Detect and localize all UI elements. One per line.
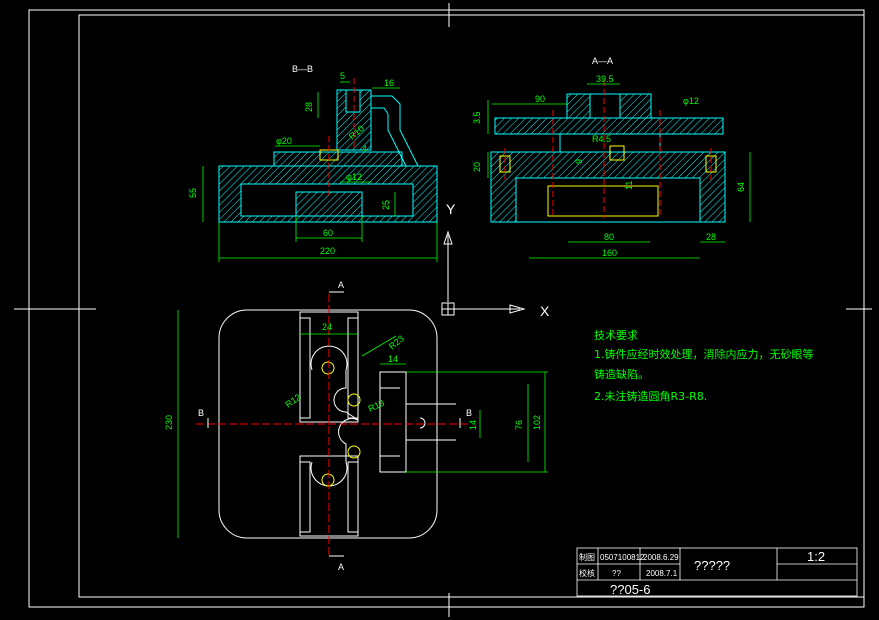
dim-9: 9 [574,159,584,164]
dim-3-5: 3.5 [472,111,482,124]
dim-11: 11 [624,181,634,190]
dim-102: 102 [532,415,542,430]
tb-date-check: 2008.7.1 [646,569,678,578]
tb-title: ????? [694,558,730,573]
dim-39-5: 39.5 [596,74,614,84]
dim-28-r: 28 [706,232,716,242]
dim-160: 160 [602,248,617,258]
dim-55: 55 [188,188,198,198]
dim-phi12: φ12 [346,172,362,182]
dim-60: 60 [323,228,333,238]
dim-4: 4 [362,144,367,154]
tb-name-draw: 0507100812 [600,553,645,562]
dim-r23: R23 [387,333,406,351]
dim-64: 64 [736,182,746,192]
technical-notes: 技术要求 1.铸件应经时效处理，消除内应力，无砂眼等 铸造缺陷。 2.未注铸造圆… [594,329,814,403]
section-label-a: A—A [592,56,613,66]
section-label-b: B—B [292,64,313,74]
dim-230: 230 [164,415,174,430]
cut-label-a-bottom: A [338,562,344,572]
notes-heading: 技术要求 [594,329,638,342]
dim-5: 5 [340,71,345,81]
dim-phi20: φ20 [276,136,292,146]
notes-line1: 1.铸件应经时效处理，消除内应力，无砂眼等 [594,347,814,361]
dim-r4-5: R4.5 [592,134,611,144]
centering-marks [14,3,872,617]
dim-14-top: 14 [388,354,398,364]
dim-14-right: 14 [468,420,478,430]
notes-line2: 2.未注铸造圆角R3-R8. [594,389,707,403]
dim-28: 28 [304,102,314,112]
tb-drawing-no: ??05-6 [610,582,650,597]
cut-label-b-left: B [198,408,204,418]
axis-x-label: X [540,303,550,319]
ucs-icon [441,230,526,316]
dim-24: 24 [322,322,332,332]
tb-scale: 1:2 [807,549,825,564]
cut-label-a-top: A [338,280,344,290]
tb-label-draw: 制图 [579,552,595,562]
plan-view: A A B B 230 24 R23 14 R12 R13 14 76 102 [164,280,548,572]
dim-16: 16 [384,78,394,88]
tb-name-check: ?? [612,569,621,578]
cad-drawing: B—B 220 60 55 25 28 5 16 φ20 R10 4 φ12 A… [14,3,872,617]
dim-20: 20 [472,162,482,172]
section-view-b: B—B 220 60 55 25 28 5 16 φ20 R10 4 φ12 [188,64,438,262]
section-view-a: A—A 39.5 90 φ12 3.5 R4.5 20 9 11 64 80 2… [472,56,751,259]
tb-label-check: 校核 [579,568,595,578]
cut-label-b-right: B [466,408,472,418]
dim-220: 220 [320,246,335,256]
axis-y-label: Y [446,201,456,217]
dim-phi12-r: φ12 [683,96,699,106]
dim-25: 25 [381,200,391,210]
dim-80: 80 [604,232,614,242]
dim-r13: R13 [367,398,386,414]
notes-line1b: 铸造缺陷。 [594,367,649,381]
dim-76: 76 [514,420,524,430]
tb-date-draw: 2008.6.29 [643,553,679,562]
dim-90: 90 [535,94,545,104]
